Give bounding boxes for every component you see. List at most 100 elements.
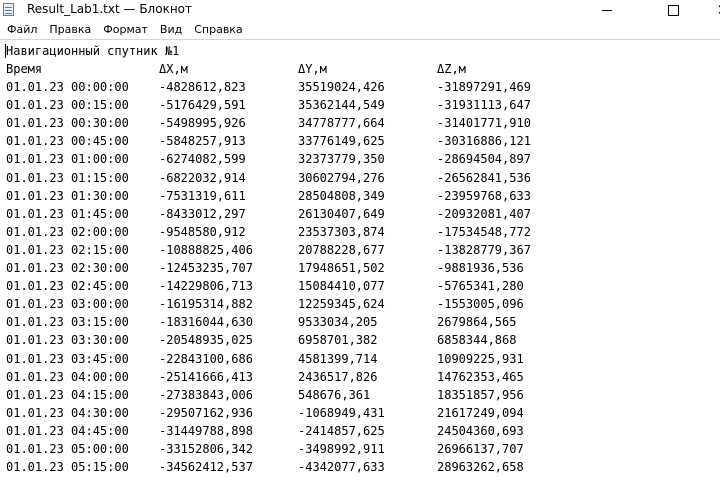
cell-dz: -28694504,897 <box>437 152 531 167</box>
cell-dx: -27383843,006 <box>159 387 253 402</box>
cell-time: 01.01.23 05:30:00 <box>6 476 129 480</box>
table-row: 01.01.23 01:15:00 -6822032,914 30602794,27… <box>6 169 706 187</box>
cell-dz: -20932081,407 <box>437 206 531 221</box>
cell-dx: -33152806,342 <box>159 442 253 456</box>
menu-format[interactable]: Формат <box>97 20 154 39</box>
cell-dx: -8433012,297 <box>159 206 246 221</box>
table-row: 01.01.23 05:30:00 -35631919,637 -4974529,7… <box>6 476 706 480</box>
table-row: 01.01.23 03:15:00 -18316044,630 9533034,20… <box>6 313 706 331</box>
column-header-time: Время <box>6 62 43 76</box>
cell-dy: 12259345,624 <box>298 297 385 312</box>
menu-bar: Файл Правка Формат Вид Справка <box>0 20 720 39</box>
table-row: 01.01.23 05:15:00 -34562412,537 -4342077,6… <box>6 458 706 476</box>
cell-time: 01.01.23 04:15:00 <box>6 387 129 402</box>
cell-time: 01.01.23 03:00:00 <box>6 297 129 312</box>
cell-dx: -6822032,914 <box>159 170 246 185</box>
minimize-button[interactable] <box>584 0 630 20</box>
cell-dy: 17948651,502 <box>298 261 385 275</box>
window-title: Result_Lab1.txt — Блокнот <box>27 2 192 16</box>
cell-dy: 20788228,677 <box>298 242 385 257</box>
cell-dz: -23959768,633 <box>437 188 531 203</box>
menu-view[interactable]: Вид <box>154 20 188 39</box>
text-editor-area[interactable]: Навигационный спутник №1 Время ΔX,м ΔY,м… <box>0 39 720 480</box>
menu-help[interactable]: Справка <box>188 20 248 39</box>
menu-file[interactable]: Файл <box>0 20 43 39</box>
cell-dz: 30464623,748 <box>437 476 524 480</box>
cell-dz: 24504360,693 <box>437 423 524 438</box>
cell-dy: 4581399,714 <box>298 351 378 366</box>
cell-dy: 28504808,349 <box>298 188 385 203</box>
cell-dz: -31931113,647 <box>437 98 531 113</box>
column-header-row: Время ΔX,м ΔY,м ΔZ,м <box>6 60 706 78</box>
title-bar: Result_Lab1.txt — Блокнот ✕ <box>0 0 720 20</box>
cell-dx: -31449788,898 <box>159 423 253 438</box>
cell-time: 01.01.23 02:00:00 <box>6 224 129 239</box>
close-button[interactable]: ✕ <box>700 0 720 20</box>
cell-time: 01.01.23 00:30:00 <box>6 116 129 131</box>
cell-dx: -16195314,882 <box>159 297 253 312</box>
column-header-dy: ΔY,м <box>298 62 327 76</box>
cell-dy: -4974529,758 <box>298 476 385 480</box>
cell-dx: -4828612,823 <box>159 80 246 94</box>
cell-dy: -1068949,431 <box>298 405 385 420</box>
cell-dy: 23537303,874 <box>298 224 385 239</box>
cell-time: 01.01.23 01:30:00 <box>6 188 129 203</box>
cell-dx: -25141666,413 <box>159 369 253 384</box>
cell-dz: -26562841,536 <box>437 170 531 185</box>
cell-time: 01.01.23 01:45:00 <box>6 206 129 221</box>
cell-dz: -5765341,280 <box>437 279 524 294</box>
cell-dz: 6858344,868 <box>437 333 517 348</box>
cell-dy: 32373779,350 <box>298 152 385 167</box>
cell-time: 01.01.23 05:00:00 <box>6 442 129 456</box>
cell-dz: 10909225,931 <box>437 351 524 366</box>
cell-dy: 6958701,382 <box>298 333 378 348</box>
cell-time: 01.01.23 03:45:00 <box>6 351 129 366</box>
table-row: 01.01.23 04:00:00 -25141666,413 2436517,82… <box>6 368 706 386</box>
cell-dy: 35362144,549 <box>298 98 385 113</box>
cell-dx: -5848257,913 <box>159 134 246 149</box>
table-row: 01.01.23 04:45:00 -31449788,898 -2414857,6… <box>6 422 706 440</box>
cell-dz: 26966137,707 <box>437 442 524 456</box>
cell-dy: 30602794,276 <box>298 170 385 185</box>
cell-dx: -7531319,611 <box>159 188 246 203</box>
cell-time: 01.01.23 00:15:00 <box>6 98 129 113</box>
cell-dx: -29507162,936 <box>159 405 253 420</box>
cell-dz: -9881936,536 <box>437 261 524 275</box>
cell-dx: -9548580,912 <box>159 224 246 239</box>
document-title-line: Навигационный спутник №1 <box>6 44 180 58</box>
maximize-button[interactable] <box>650 0 696 20</box>
cell-dx: -5176429,591 <box>159 98 246 113</box>
cell-dz: -31897291,469 <box>437 80 531 94</box>
cell-dz: 18351857,956 <box>437 387 524 402</box>
table-row: 01.01.23 02:00:00 -9548580,912 23537303,87… <box>6 223 706 241</box>
table-row: 01.01.23 02:45:00 -14229806,713 15084410,0… <box>6 277 706 295</box>
cell-dy: -2414857,625 <box>298 423 385 438</box>
cell-time: 01.01.23 04:45:00 <box>6 423 129 438</box>
table-row: 01.01.23 00:45:00 -5848257,913 33776149,62… <box>6 132 706 150</box>
cell-time: 01.01.23 00:00:00 <box>6 80 129 94</box>
cell-dy: 548676,361 <box>298 387 371 402</box>
cell-time: 01.01.23 01:00:00 <box>6 152 129 167</box>
cell-time: 01.01.23 02:30:00 <box>6 261 129 275</box>
notepad-icon <box>3 3 14 16</box>
cell-time: 01.01.23 03:15:00 <box>6 315 129 330</box>
cell-time: 01.01.23 05:15:00 <box>6 460 129 475</box>
table-row: 01.01.23 02:15:00 -10888825,406 20788228,6… <box>6 241 706 259</box>
cell-dz: -17534548,772 <box>437 224 531 239</box>
table-row: 01.01.23 00:30:00 -5498995,926 34778777,66… <box>6 114 706 132</box>
cell-dy: 35519024,426 <box>298 80 385 94</box>
cell-dx: -12453235,707 <box>159 261 253 275</box>
cell-time: 01.01.23 02:45:00 <box>6 279 129 294</box>
cell-dy: 33776149,625 <box>298 134 385 149</box>
table-row: 01.01.23 01:30:00 -7531319,611 28504808,34… <box>6 187 706 205</box>
cell-dy: -4342077,633 <box>298 460 385 475</box>
table-row: 01.01.23 03:45:00 -22843100,686 4581399,71… <box>6 350 706 368</box>
menu-edit[interactable]: Правка <box>43 20 97 39</box>
cell-dy: 26130407,649 <box>298 206 385 221</box>
cell-time: 01.01.23 04:30:00 <box>6 405 129 420</box>
table-row: 01.01.23 01:45:00 -8433012,297 26130407,64… <box>6 205 706 223</box>
column-header-dz: ΔZ,м <box>437 62 466 76</box>
cell-dy: 2436517,826 <box>298 369 378 384</box>
cell-dy: 34778777,664 <box>298 116 385 131</box>
table-row: 01.01.23 04:30:00 -29507162,936 -1068949,4… <box>6 404 706 422</box>
